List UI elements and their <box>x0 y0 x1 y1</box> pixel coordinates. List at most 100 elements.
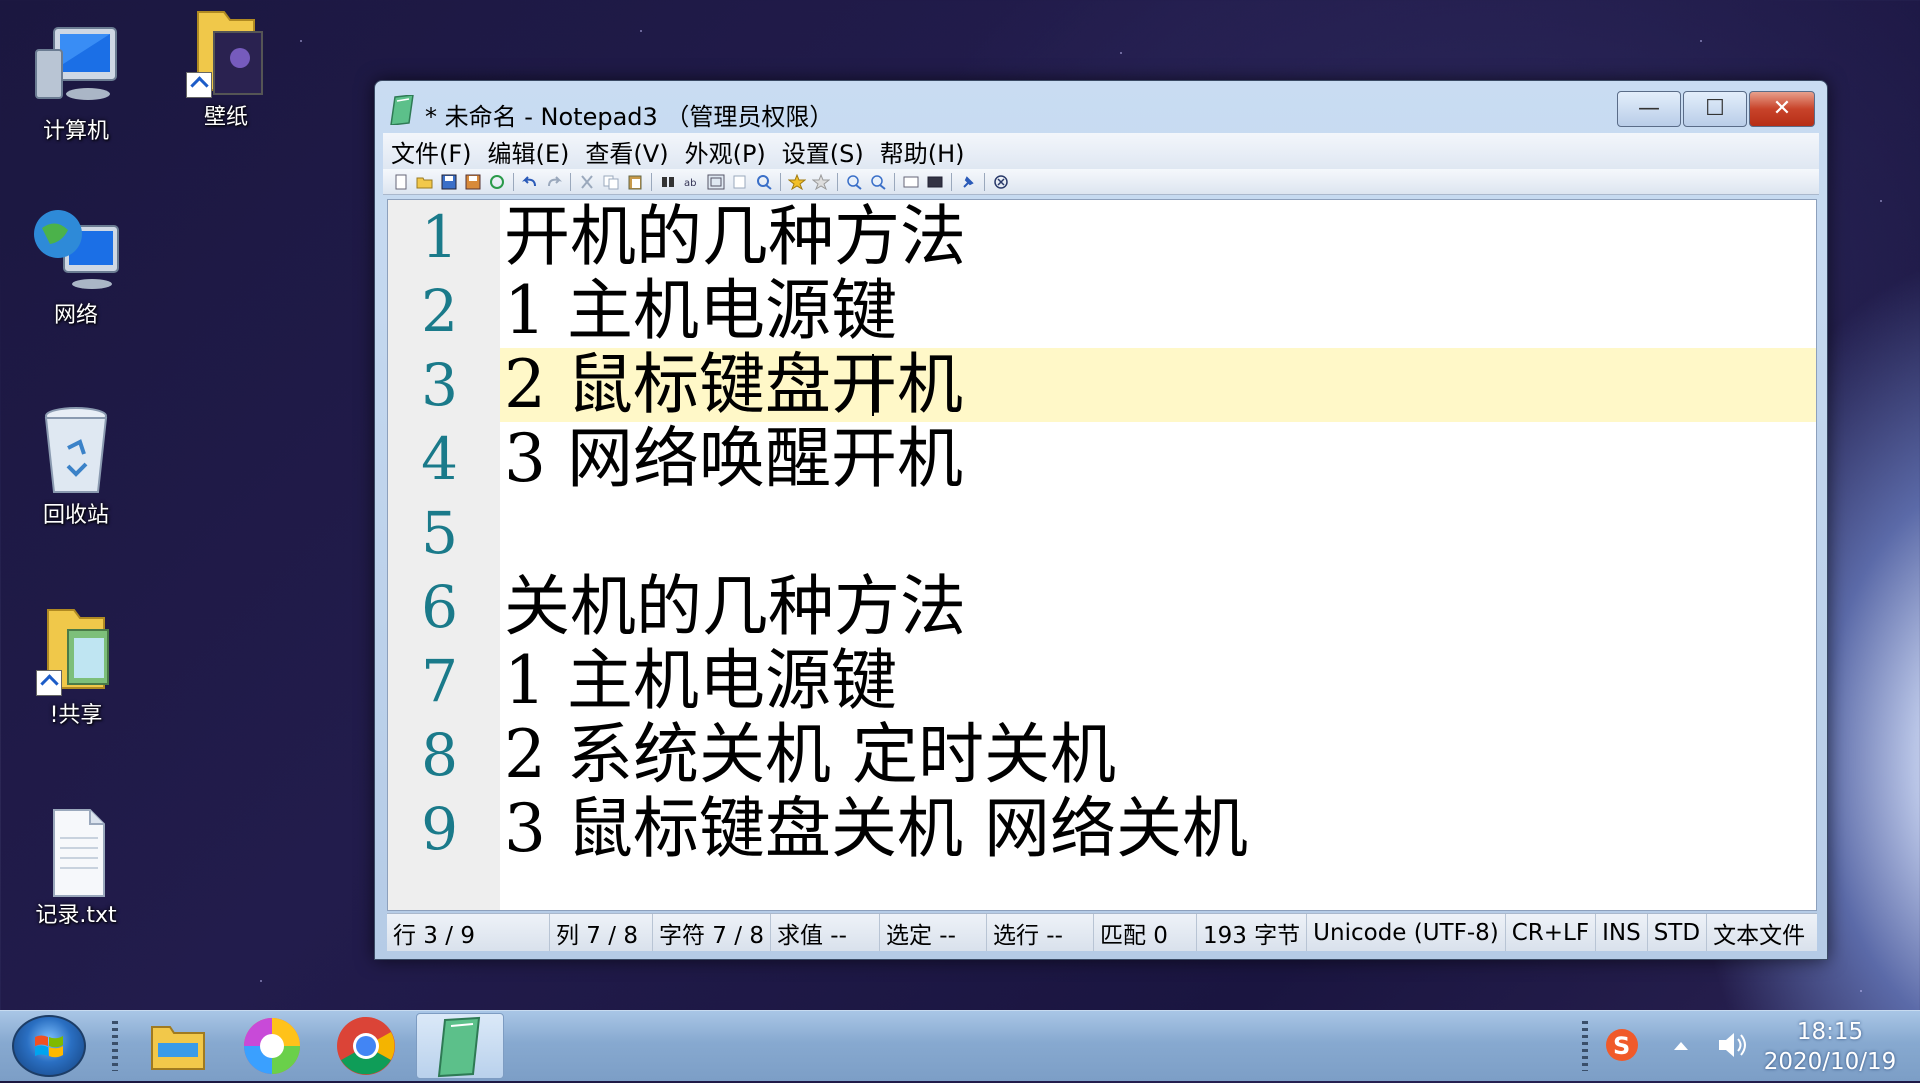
status-line: 行 3 / 9 <box>387 914 550 951</box>
chrome-icon <box>337 1017 395 1075</box>
paste-icon[interactable] <box>626 174 644 190</box>
editor-line[interactable]: 9 3 鼠标键盘关机 网络关机 <box>388 792 1816 866</box>
svg-text:S: S <box>1613 1032 1630 1060</box>
volume-icon[interactable] <box>1716 1029 1750 1065</box>
word-wrap-icon[interactable] <box>707 174 725 190</box>
svg-text:ab: ab <box>684 178 696 189</box>
window-icon[interactable] <box>902 174 920 190</box>
notepad3-window: * 未命名 - Notepad3 （管理员权限） — ☐ ✕ 文件(F) 编辑(… <box>374 80 1828 960</box>
minimize-button[interactable]: — <box>1617 91 1681 127</box>
favorite-add-icon[interactable] <box>811 173 831 190</box>
editor-line[interactable]: 6 关机的几种方法 <box>388 570 1816 644</box>
toolbar-separator <box>780 172 781 191</box>
editor-line[interactable]: 7 1 主机电源键 <box>388 644 1816 718</box>
goto-icon[interactable] <box>755 174 773 190</box>
line-text: 3 鼠标键盘关机 网络关机 <box>504 790 1248 867</box>
new-file-icon[interactable] <box>392 174 410 190</box>
replace-icon[interactable]: ab <box>683 174 701 190</box>
desktop-icon-record-txt[interactable]: 记录.txt <box>16 804 136 930</box>
status-evaluate: 求值 -- <box>771 914 880 951</box>
taskbar-grip[interactable] <box>112 1021 118 1071</box>
taskbar: S 18:15 2020/10/19 <box>0 1010 1920 1081</box>
copy-icon[interactable] <box>602 174 620 190</box>
taskbar-clock[interactable]: 18:15 2020/10/19 <box>1760 1017 1900 1077</box>
status-column: 列 7 / 8 <box>550 914 653 951</box>
pin-icon[interactable] <box>959 174 977 190</box>
reload-icon[interactable] <box>488 174 506 190</box>
favorite-star-icon[interactable] <box>787 173 807 190</box>
status-character: 字符 7 / 8 <box>653 914 771 951</box>
find-icon[interactable] <box>659 174 677 190</box>
status-bar: 行 3 / 9 列 7 / 8 字符 7 / 8 求值 -- 选定 -- 选行 … <box>387 913 1817 951</box>
menu-bar: 文件(F) 编辑(E) 查看(V) 外观(P) 设置(S) 帮助(H) <box>383 133 1819 169</box>
open-folder-icon[interactable] <box>416 174 434 190</box>
line-number: 9 <box>421 795 458 863</box>
maximize-button[interactable]: ☐ <box>1683 91 1747 127</box>
taskbar-file-explorer[interactable] <box>134 1013 222 1079</box>
save-icon[interactable] <box>440 174 458 190</box>
line-text: 2 鼠标键盘开机 <box>504 346 963 423</box>
notepad3-icon <box>437 1016 481 1078</box>
exit-icon[interactable] <box>992 174 1010 190</box>
line-number: 4 <box>421 425 458 493</box>
line-text: 1 主机电源键 <box>504 642 897 719</box>
editor-line[interactable]: 3 2 鼠标键盘开机 <box>388 348 1816 422</box>
taskbar-chrome[interactable] <box>322 1013 410 1079</box>
editor-line[interactable]: 2 1 主机电源键 <box>388 274 1816 348</box>
line-number: 6 <box>421 573 458 641</box>
status-filetype[interactable]: 文本文件 <box>1707 914 1811 951</box>
shortcut-arrow-icon <box>36 670 62 696</box>
desktop-icon-network[interactable]: 网络 <box>16 204 136 330</box>
menu-settings[interactable]: 设置(S) <box>774 134 872 169</box>
editor-line[interactable]: 1 开机的几种方法 <box>388 200 1816 274</box>
status-match: 匹配 0 <box>1094 914 1197 951</box>
toolbar: ab <box>383 169 1819 195</box>
editor-line[interactable]: 5 <box>388 496 1816 570</box>
desktop-icon-recycle-bin[interactable]: 回收站 <box>16 404 136 530</box>
desktop-icon-share[interactable]: !共享 <box>16 604 136 730</box>
window-title: * 未命名 - Notepad3 （管理员权限） <box>425 103 834 131</box>
folder-icon <box>178 6 274 102</box>
undo-icon[interactable] <box>521 174 539 190</box>
desktop-icon-label: 网络 <box>53 303 98 328</box>
start-button[interactable] <box>12 1015 86 1077</box>
text-caret <box>872 354 874 416</box>
notepad3-icon[interactable] <box>389 94 415 126</box>
line-text: 1 主机电源键 <box>504 272 897 349</box>
menu-view[interactable]: 查看(V) <box>577 134 676 169</box>
redo-icon[interactable] <box>545 174 563 190</box>
title-bar[interactable]: * 未命名 - Notepad3 （管理员权限） — ☐ ✕ <box>375 81 1827 131</box>
status-std[interactable]: STD <box>1648 914 1708 951</box>
tray-grip[interactable] <box>1582 1021 1588 1071</box>
status-insert-mode[interactable]: INS <box>1596 914 1648 951</box>
screen-icon[interactable] <box>926 174 944 190</box>
cut-icon[interactable] <box>578 174 596 190</box>
desktop-icon-computer[interactable]: 计算机 <box>16 20 136 146</box>
desktop-icon-label: 回收站 <box>42 503 109 528</box>
taskbar-notepad3[interactable] <box>416 1013 504 1079</box>
zoom-in-icon[interactable] <box>845 174 863 190</box>
sogou-input-icon[interactable]: S <box>1604 1027 1640 1067</box>
text-editor[interactable]: 1 开机的几种方法 2 1 主机电源键 3 2 鼠标键盘开机 4 3 网络唤醒开… <box>387 199 1817 911</box>
zoom-out-icon[interactable] <box>869 174 887 190</box>
editor-line[interactable]: 4 3 网络唤醒开机 <box>388 422 1816 496</box>
desktop-icon-wallpaper[interactable]: 壁纸 <box>166 6 286 132</box>
taskbar-360-browser[interactable] <box>228 1013 316 1079</box>
editor-line[interactable]: 8 2 系统关机 定时关机 <box>388 718 1816 792</box>
menu-help[interactable]: 帮助(H) <box>872 134 973 169</box>
status-eol[interactable]: CR+LF <box>1506 914 1597 951</box>
menu-edit[interactable]: 编辑(E) <box>480 134 578 169</box>
menu-file[interactable]: 文件(F) <box>383 134 480 169</box>
menu-appearance[interactable]: 外观(P) <box>677 134 774 169</box>
computer-icon <box>28 20 124 116</box>
text-file-icon <box>28 804 124 900</box>
save-as-icon[interactable] <box>464 174 482 190</box>
desktop-icon-label: 记录.txt <box>35 903 117 928</box>
show-hidden-icons-icon[interactable] <box>1672 1037 1690 1056</box>
zoom-page-icon[interactable] <box>731 174 749 190</box>
status-encoding[interactable]: Unicode (UTF-8) <box>1307 914 1506 951</box>
toolbar-separator <box>894 172 895 191</box>
line-number: 2 <box>421 277 458 345</box>
360-browser-icon <box>244 1018 300 1074</box>
close-button[interactable]: ✕ <box>1749 91 1815 127</box>
